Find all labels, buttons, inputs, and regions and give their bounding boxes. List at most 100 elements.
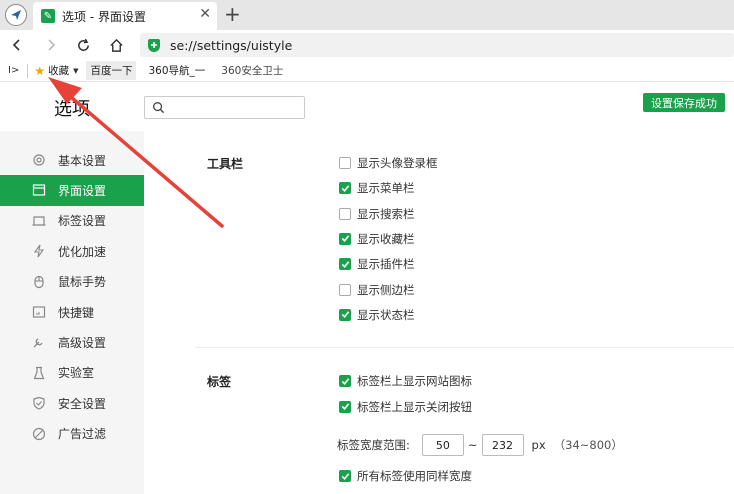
sidebar-item-label: 鼠标手势 xyxy=(58,275,107,290)
checkbox-label: 显示插件栏 xyxy=(357,257,415,272)
tab-width-max-input[interactable] xyxy=(481,434,524,456)
sidebar-item-label: 高级设置 xyxy=(58,336,107,351)
bookmarks-divider xyxy=(27,63,29,78)
home-icon[interactable] xyxy=(105,34,127,56)
checkbox-row[interactable]: 显示插件栏 xyxy=(339,256,415,272)
sidebar-item-label: 界面设置 xyxy=(58,184,107,199)
checkbox-label: 所有标签使用同样宽度 xyxy=(357,469,472,483)
sidebar-item-label: 基本设置 xyxy=(58,153,107,168)
sidebar-item[interactable]: 安全设置 xyxy=(0,388,144,418)
checkbox[interactable] xyxy=(339,375,351,387)
checkbox[interactable] xyxy=(339,308,351,321)
checkbox[interactable] xyxy=(339,258,351,271)
settings-content: 工具栏 显示头像登录框 显示菜单栏显示搜索栏显示收藏栏显示插件栏显示侧边栏显示状态… xyxy=(144,131,734,494)
section-divider xyxy=(195,347,734,348)
settings-search-input[interactable] xyxy=(144,96,305,119)
checkbox-label: 标签栏上显示网站图标 xyxy=(357,374,472,388)
forward-icon[interactable] xyxy=(40,34,62,56)
chevron-down-icon: ▼ xyxy=(73,66,79,75)
checkbox[interactable] xyxy=(339,182,351,195)
tabs-section-label: 标签 xyxy=(207,375,232,389)
block-icon xyxy=(32,427,46,441)
star-icon: ★ xyxy=(34,63,46,78)
back-icon[interactable] xyxy=(6,34,28,56)
address-bar[interactable]: se://settings/uistyle xyxy=(140,33,734,57)
checkbox-row[interactable]: 显示搜索栏 xyxy=(339,206,415,222)
bookmark-item[interactable]: 百度一下 xyxy=(86,61,137,80)
tab-bar: ✎ 选项 - 界面设置 ✕ + xyxy=(0,0,734,30)
checkbox[interactable] xyxy=(339,400,351,413)
sidebar-item[interactable]: 鼠标手势 xyxy=(0,267,144,297)
secure-shield-icon xyxy=(148,38,160,52)
tab-width-separator: ~ xyxy=(467,438,478,452)
save-status-button[interactable]: 设置保存成功 xyxy=(643,93,725,112)
tab-width-min-input[interactable] xyxy=(421,434,464,456)
settings-header: 选项 设置保存成功 xyxy=(0,83,734,131)
sidebar-item[interactable]: 基本设置 xyxy=(0,145,144,175)
window-icon xyxy=(32,183,46,197)
checkbox[interactable] xyxy=(339,283,351,296)
sidebar-item-label: 标签设置 xyxy=(58,214,107,229)
tab-width-label: 标签宽度范围: xyxy=(337,438,410,452)
settings-favicon-icon: ✎ xyxy=(41,9,55,23)
checkbox[interactable] xyxy=(339,157,351,169)
tab-title: 选项 - 界面设置 xyxy=(62,9,146,24)
tab-width-hint: （34~800） xyxy=(553,438,623,452)
same-width-checkbox-row[interactable]: 所有标签使用同样宽度 xyxy=(339,468,472,484)
toolbar-section-label: 工具栏 xyxy=(207,157,244,171)
sidebar-item-label: 优化加速 xyxy=(58,244,107,259)
tab-width-row: 标签宽度范围: ~ px （34~800） xyxy=(337,434,623,456)
bookmarks-bar: I> ★ 收藏 ▼ 百度一下 360导航_一 360安全卫士 xyxy=(0,60,734,82)
checkbox-row[interactable]: 标签栏上显示网站图标 xyxy=(339,373,472,389)
page-title: 选项 xyxy=(54,99,90,120)
checkbox[interactable] xyxy=(339,470,351,482)
sidebar-item[interactable]: 广告过滤 xyxy=(0,419,144,449)
checkbox-row[interactable]: 显示菜单栏 xyxy=(339,180,415,196)
wrench-icon xyxy=(32,335,46,349)
checkbox-label: 显示状态栏 xyxy=(357,307,415,322)
gear-icon xyxy=(32,153,46,167)
checkbox-row[interactable]: 显示头像登录框 xyxy=(339,155,438,171)
shield-icon xyxy=(32,396,46,410)
sidebar-item-label: 广告过滤 xyxy=(58,427,107,442)
sidebar-item-label: 实验室 xyxy=(58,366,95,381)
checkbox[interactable] xyxy=(339,207,351,220)
tab-icon xyxy=(32,214,46,228)
checkbox-label: 显示收藏栏 xyxy=(357,231,415,246)
mouse-icon xyxy=(32,275,46,289)
checkbox-label: 显示搜索栏 xyxy=(357,206,415,221)
checkbox-label: 显示菜单栏 xyxy=(357,181,415,196)
checkbox-label: 显示头像登录框 xyxy=(357,156,438,170)
checkbox-row[interactable]: 显示状态栏 xyxy=(339,307,415,323)
checkbox-row[interactable]: 显示侧边栏 xyxy=(339,282,415,298)
tab-close-icon[interactable]: ✕ xyxy=(199,6,211,22)
reload-icon[interactable] xyxy=(72,34,94,56)
checkbox[interactable] xyxy=(339,232,351,245)
checkbox-row[interactable]: 显示收藏栏 xyxy=(339,231,415,247)
checkbox-label: 标签栏上显示关闭按钮 xyxy=(357,399,472,414)
tab-settings[interactable]: ✎ 选项 - 界面设置 ✕ xyxy=(33,2,217,30)
sidebar-item[interactable]: 实验室 xyxy=(0,358,144,388)
sidebar-item-label: 快捷键 xyxy=(58,305,95,320)
url-text: se://settings/uistyle xyxy=(170,37,293,53)
sidebar-item[interactable]: 高级设置 xyxy=(0,327,144,357)
favorites-label: 收藏 xyxy=(48,65,70,77)
lightning-icon xyxy=(32,244,46,258)
checkbox-label: 显示侧边栏 xyxy=(357,282,415,297)
sidebar-item[interactable]: 界面设置 xyxy=(0,175,144,206)
browser-logo-icon[interactable] xyxy=(5,4,27,26)
navigation-bar: se://settings/uistyle xyxy=(0,30,734,60)
bookmark-item[interactable]: 360导航_一 xyxy=(144,61,209,80)
settings-sidebar: 基本设置界面设置标签设置优化加速鼠标手势快捷键高级设置实验室安全设置广告过滤 xyxy=(0,131,144,494)
sidebar-item[interactable]: 优化加速 xyxy=(0,236,144,266)
bookmark-item[interactable]: 360安全卫士 xyxy=(217,61,287,80)
new-tab-icon[interactable]: + xyxy=(224,2,241,26)
sidebar-toggle-icon[interactable]: I> xyxy=(8,65,19,76)
sidebar-item[interactable]: 快捷键 xyxy=(0,297,144,327)
favorites-button[interactable]: ★ 收藏 ▼ xyxy=(34,63,78,78)
sidebar-item[interactable]: 标签设置 xyxy=(0,206,144,236)
keyboard-icon xyxy=(32,305,46,319)
checkbox-row[interactable]: 标签栏上显示关闭按钮 xyxy=(339,399,472,415)
tab-width-unit: px xyxy=(531,438,546,452)
sidebar-item-label: 安全设置 xyxy=(58,396,107,411)
